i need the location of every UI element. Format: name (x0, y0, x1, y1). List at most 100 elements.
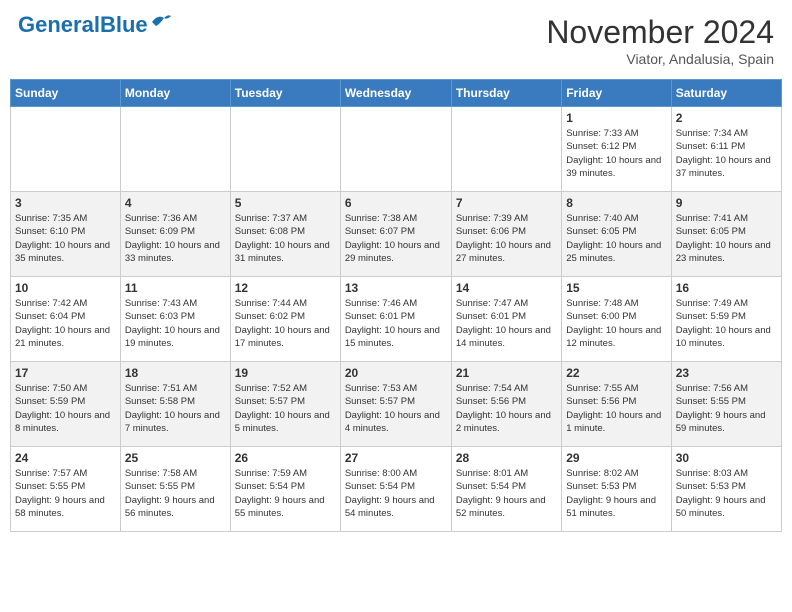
col-header-friday: Friday (562, 80, 671, 107)
day-info: Sunrise: 7:59 AMSunset: 5:54 PMDaylight:… (235, 467, 336, 520)
col-header-sunday: Sunday (11, 80, 121, 107)
logo-text: GeneralBlue (18, 14, 148, 36)
calendar-cell: 27 Sunrise: 8:00 AMSunset: 5:54 PMDayligh… (340, 447, 451, 532)
calendar-cell: 29 Sunrise: 8:02 AMSunset: 5:53 PMDayligh… (562, 447, 671, 532)
day-info: Sunrise: 7:41 AMSunset: 6:05 PMDaylight:… (676, 212, 777, 265)
day-number: 8 (566, 196, 666, 210)
logo-bird-icon (150, 12, 172, 30)
calendar-cell (11, 107, 121, 192)
calendar-cell (340, 107, 451, 192)
day-info: Sunrise: 7:43 AMSunset: 6:03 PMDaylight:… (125, 297, 226, 350)
day-number: 14 (456, 281, 557, 295)
month-title: November 2024 (546, 14, 774, 51)
logo-blue: Blue (100, 12, 148, 37)
calendar-cell (120, 107, 230, 192)
calendar-cell: 18 Sunrise: 7:51 AMSunset: 5:58 PMDayligh… (120, 362, 230, 447)
day-info: Sunrise: 7:48 AMSunset: 6:00 PMDaylight:… (566, 297, 666, 350)
day-info: Sunrise: 7:57 AMSunset: 5:55 PMDaylight:… (15, 467, 116, 520)
day-number: 24 (15, 451, 116, 465)
day-number: 1 (566, 111, 666, 125)
day-info: Sunrise: 8:00 AMSunset: 5:54 PMDaylight:… (345, 467, 447, 520)
calendar-cell: 14 Sunrise: 7:47 AMSunset: 6:01 PMDayligh… (451, 277, 561, 362)
logo-general: General (18, 12, 100, 37)
calendar-cell: 26Sunrise: 7:59 AMSunset: 5:54 PMDayligh… (230, 447, 340, 532)
day-number: 2 (676, 111, 777, 125)
day-number: 3 (15, 196, 116, 210)
logo: GeneralBlue (18, 14, 172, 36)
day-number: 10 (15, 281, 116, 295)
day-info: Sunrise: 7:52 AMSunset: 5:57 PMDaylight:… (235, 382, 336, 435)
day-number: 4 (125, 196, 226, 210)
calendar-cell (230, 107, 340, 192)
calendar-cell: 7 Sunrise: 7:39 AMSunset: 6:06 PMDaylight… (451, 192, 561, 277)
calendar-cell: 19 Sunrise: 7:52 AMSunset: 5:57 PMDayligh… (230, 362, 340, 447)
calendar-cell: 10 Sunrise: 7:42 AMSunset: 6:04 PMDayligh… (11, 277, 121, 362)
day-info: Sunrise: 7:51 AMSunset: 5:58 PMDaylight:… (125, 382, 226, 435)
day-number: 29 (566, 451, 666, 465)
day-info: Sunrise: 7:37 AMSunset: 6:08 PMDaylight:… (235, 212, 336, 265)
calendar-cell: 5Sunrise: 7:37 AMSunset: 6:08 PMDaylight… (230, 192, 340, 277)
calendar-cell: 11 Sunrise: 7:43 AMSunset: 6:03 PMDayligh… (120, 277, 230, 362)
calendar-cell: 28Sunrise: 8:01 AMSunset: 5:54 PMDayligh… (451, 447, 561, 532)
day-number: 15 (566, 281, 666, 295)
calendar-cell: 1 Sunrise: 7:33 AMSunset: 6:12 PMDaylight… (562, 107, 671, 192)
calendar-cell: 24 Sunrise: 7:57 AMSunset: 5:55 PMDayligh… (11, 447, 121, 532)
calendar-cell: 12 Sunrise: 7:44 AMSunset: 6:02 PMDayligh… (230, 277, 340, 362)
day-info: Sunrise: 7:53 AMSunset: 5:57 PMDaylight:… (345, 382, 447, 435)
day-number: 19 (235, 366, 336, 380)
day-number: 7 (456, 196, 557, 210)
day-info: Sunrise: 8:02 AMSunset: 5:53 PMDaylight:… (566, 467, 666, 520)
calendar-cell: 21 Sunrise: 7:54 AMSunset: 5:56 PMDayligh… (451, 362, 561, 447)
day-number: 21 (456, 366, 557, 380)
day-info: Sunrise: 7:44 AMSunset: 6:02 PMDaylight:… (235, 297, 336, 350)
calendar-week-2: 3 Sunrise: 7:35 AMSunset: 6:10 PMDaylight… (11, 192, 782, 277)
calendar-cell: 20Sunrise: 7:53 AMSunset: 5:57 PMDayligh… (340, 362, 451, 447)
location: Viator, Andalusia, Spain (546, 51, 774, 67)
day-number: 25 (125, 451, 226, 465)
calendar-week-1: 1 Sunrise: 7:33 AMSunset: 6:12 PMDaylight… (11, 107, 782, 192)
day-info: Sunrise: 7:49 AMSunset: 5:59 PMDaylight:… (676, 297, 777, 350)
calendar-header-row: SundayMondayTuesdayWednesdayThursdayFrid… (11, 80, 782, 107)
calendar-cell: 25 Sunrise: 7:58 AMSunset: 5:55 PMDayligh… (120, 447, 230, 532)
day-number: 16 (676, 281, 777, 295)
day-number: 6 (345, 196, 447, 210)
day-info: Sunrise: 7:58 AMSunset: 5:55 PMDaylight:… (125, 467, 226, 520)
col-header-monday: Monday (120, 80, 230, 107)
calendar-cell: 22 Sunrise: 7:55 AMSunset: 5:56 PMDayligh… (562, 362, 671, 447)
calendar-week-5: 24 Sunrise: 7:57 AMSunset: 5:55 PMDayligh… (11, 447, 782, 532)
calendar-cell: 2Sunrise: 7:34 AMSunset: 6:11 PMDaylight… (671, 107, 781, 192)
day-number: 23 (676, 366, 777, 380)
day-info: Sunrise: 7:50 AMSunset: 5:59 PMDaylight:… (15, 382, 116, 435)
day-number: 11 (125, 281, 226, 295)
calendar-table: SundayMondayTuesdayWednesdayThursdayFrid… (10, 79, 782, 532)
day-info: Sunrise: 7:35 AMSunset: 6:10 PMDaylight:… (15, 212, 116, 265)
day-info: Sunrise: 7:55 AMSunset: 5:56 PMDaylight:… (566, 382, 666, 435)
day-number: 18 (125, 366, 226, 380)
calendar-cell: 4Sunrise: 7:36 AMSunset: 6:09 PMDaylight… (120, 192, 230, 277)
day-number: 27 (345, 451, 447, 465)
day-number: 22 (566, 366, 666, 380)
day-number: 30 (676, 451, 777, 465)
calendar-week-3: 10 Sunrise: 7:42 AMSunset: 6:04 PMDayligh… (11, 277, 782, 362)
day-info: Sunrise: 7:39 AMSunset: 6:06 PMDaylight:… (456, 212, 557, 265)
calendar-cell: 30 Sunrise: 8:03 AMSunset: 5:53 PMDayligh… (671, 447, 781, 532)
col-header-tuesday: Tuesday (230, 80, 340, 107)
day-info: Sunrise: 7:38 AMSunset: 6:07 PMDaylight:… (345, 212, 447, 265)
day-info: Sunrise: 7:54 AMSunset: 5:56 PMDaylight:… (456, 382, 557, 435)
page-header: GeneralBlue November 2024 Viator, Andalu… (10, 10, 782, 71)
day-info: Sunrise: 7:47 AMSunset: 6:01 PMDaylight:… (456, 297, 557, 350)
day-number: 13 (345, 281, 447, 295)
calendar-cell: 17Sunrise: 7:50 AMSunset: 5:59 PMDayligh… (11, 362, 121, 447)
day-number: 12 (235, 281, 336, 295)
day-info: Sunrise: 8:03 AMSunset: 5:53 PMDaylight:… (676, 467, 777, 520)
calendar-cell: 9 Sunrise: 7:41 AMSunset: 6:05 PMDaylight… (671, 192, 781, 277)
calendar-cell: 16 Sunrise: 7:49 AMSunset: 5:59 PMDayligh… (671, 277, 781, 362)
calendar-cell: 8 Sunrise: 7:40 AMSunset: 6:05 PMDaylight… (562, 192, 671, 277)
calendar-week-4: 17Sunrise: 7:50 AMSunset: 5:59 PMDayligh… (11, 362, 782, 447)
title-block: November 2024 Viator, Andalusia, Spain (546, 14, 774, 67)
day-number: 9 (676, 196, 777, 210)
day-info: Sunrise: 7:33 AMSunset: 6:12 PMDaylight:… (566, 127, 666, 180)
day-info: Sunrise: 7:42 AMSunset: 6:04 PMDaylight:… (15, 297, 116, 350)
day-info: Sunrise: 7:40 AMSunset: 6:05 PMDaylight:… (566, 212, 666, 265)
day-info: Sunrise: 7:56 AMSunset: 5:55 PMDaylight:… (676, 382, 777, 435)
